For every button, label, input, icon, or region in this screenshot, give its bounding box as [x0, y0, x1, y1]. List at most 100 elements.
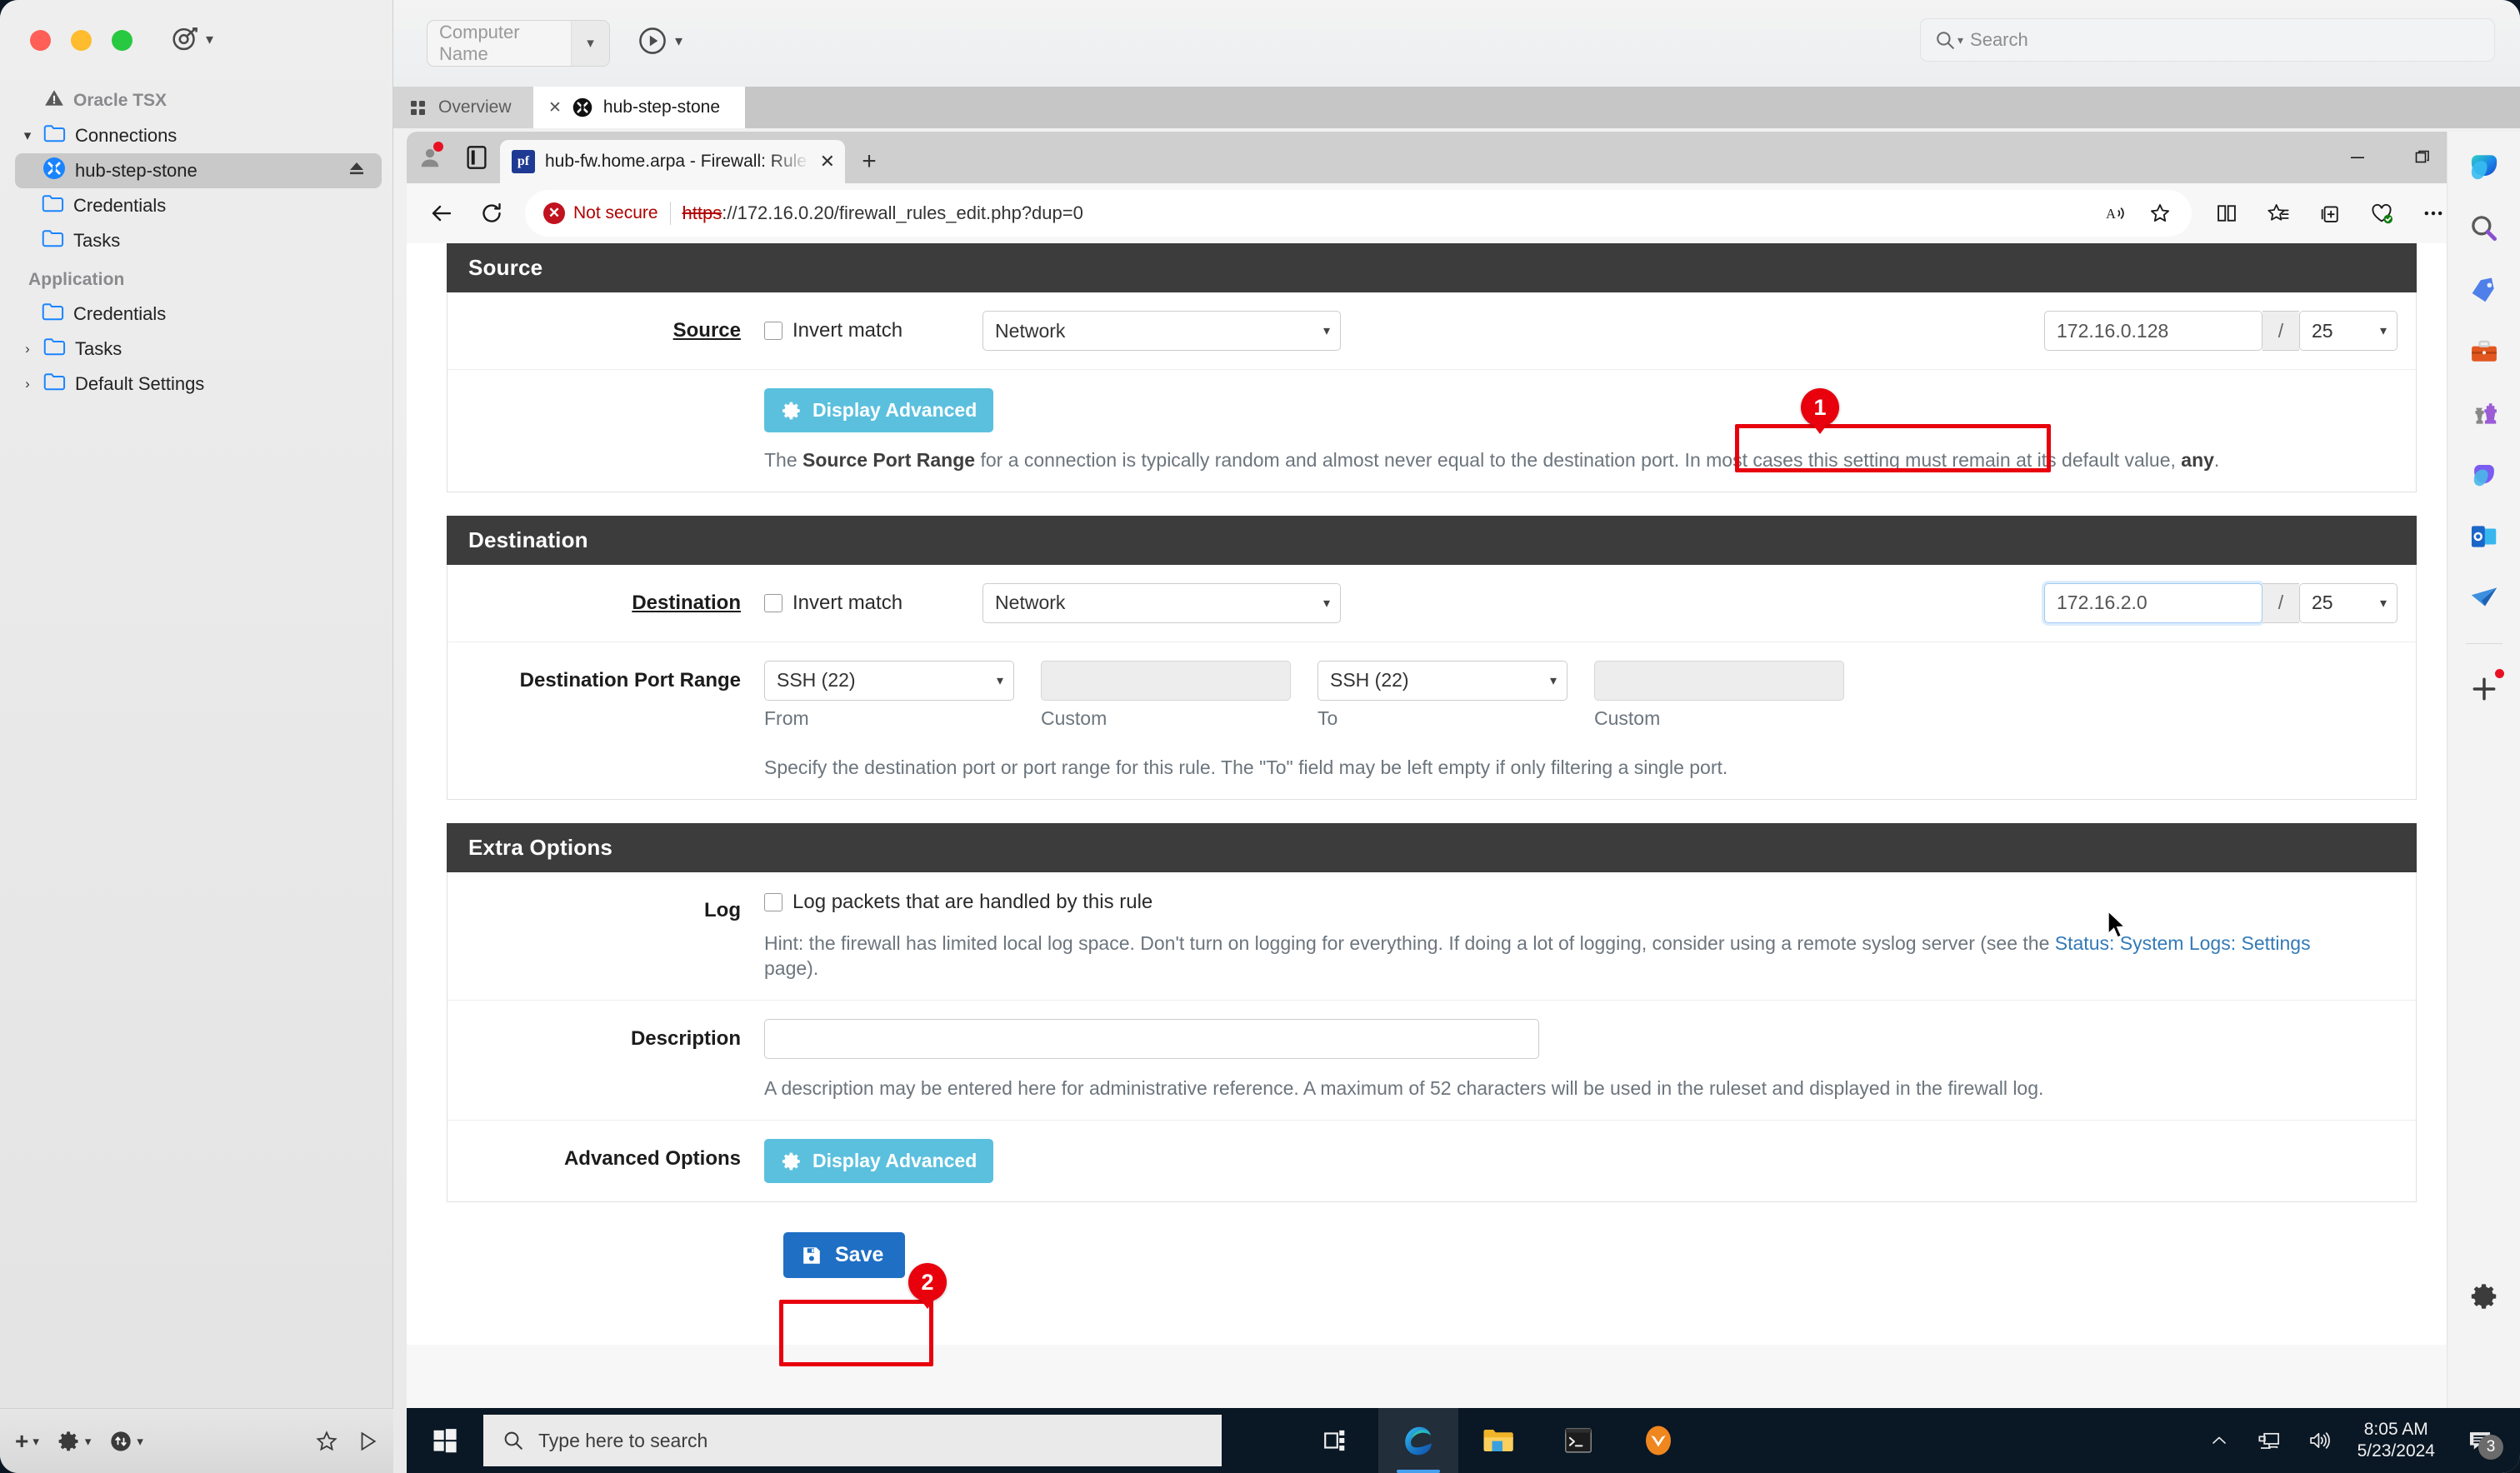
add-favorite-icon[interactable] [2140, 193, 2180, 233]
source-address-input[interactable]: 172.16.0.128 [2044, 311, 2262, 351]
sidebar-item-tasks-connections[interactable]: Tasks [0, 223, 393, 258]
folder-icon [1482, 1425, 1515, 1456]
task-view-button[interactable] [1298, 1408, 1378, 1473]
destination-type-select[interactable]: Network ▾ [982, 583, 1341, 623]
sidebar-item-credentials-connections[interactable]: Credentials [0, 188, 393, 223]
transfer-button[interactable]: ▾ [109, 1430, 143, 1453]
address-bar[interactable]: ✕ Not secure https://172.16.0.20/firewal… [525, 190, 2192, 237]
not-secure-indicator[interactable]: ✕ Not secure [543, 202, 658, 224]
log-packets-checkbox[interactable] [764, 893, 782, 911]
connect-button-group[interactable]: ▾ [637, 25, 682, 57]
source-invert-match-checkbox[interactable] [764, 322, 782, 340]
browser-essentials-button[interactable] [2358, 190, 2405, 237]
terminal-icon [1562, 1425, 1594, 1456]
sidebar-item-default-settings[interactable]: › Default Settings [0, 367, 393, 402]
system-logs-settings-link[interactable]: Status: System Logs: Settings [2055, 932, 2311, 954]
office-rail-icon[interactable] [2462, 453, 2506, 497]
taskbar-terminal-button[interactable] [1538, 1408, 1618, 1473]
tab-overview[interactable]: Overview [393, 87, 533, 128]
chevron-right-icon[interactable]: › [20, 341, 35, 357]
restore-button[interactable] [2390, 132, 2455, 183]
taskbar-file-explorer-button[interactable] [1458, 1408, 1538, 1473]
outlook-rail-icon[interactable] [2462, 515, 2506, 558]
advanced-display-advanced-label: Display Advanced [812, 1150, 977, 1172]
taskbar-app-button[interactable] [1618, 1408, 1698, 1473]
sidebar-target-button[interactable]: ▾ [171, 25, 213, 53]
source-type-select[interactable]: Network ▾ [982, 311, 1341, 351]
run-button[interactable] [357, 1431, 378, 1452]
notification-center-button[interactable]: 3 [2448, 1408, 2512, 1473]
chevron-down-icon[interactable]: ▾ [571, 21, 609, 66]
collections-button[interactable] [2307, 190, 2353, 237]
search-rail-icon[interactable] [2462, 207, 2506, 250]
shopping-tag-rail-icon[interactable] [2462, 268, 2506, 312]
source-display-advanced-label: Display Advanced [812, 399, 977, 422]
back-button[interactable] [418, 190, 465, 237]
destination-address-input[interactable]: 172.16.2.0 [2044, 583, 2262, 623]
description-input[interactable] [764, 1019, 1539, 1059]
source-panel: Source Source Invert match Network [447, 243, 2417, 492]
split-screen-button[interactable] [2203, 190, 2250, 237]
windows-taskbar: Type here to search [407, 1408, 2520, 1473]
profile-avatar[interactable] [407, 132, 453, 183]
browser-tab[interactable]: pf hub-fw.home.arpa - Firewall: Rule ✕ [500, 140, 845, 183]
chevron-right-icon[interactable]: › [20, 376, 35, 392]
close-window-button[interactable] [30, 30, 51, 51]
add-button[interactable]: + ▾ [15, 1428, 39, 1455]
chevron-down-icon[interactable]: ▾ [675, 32, 682, 50]
mac-search-input[interactable]: ▾ Search [1920, 18, 2495, 62]
source-slash-separator: / [2262, 311, 2299, 351]
rail-settings-icon[interactable] [2462, 1275, 2506, 1318]
show-hidden-icons-button[interactable] [2194, 1408, 2244, 1473]
close-icon[interactable]: ✕ [548, 98, 562, 117]
destination-port-from-select[interactable]: SSH (22) ▾ [764, 661, 1014, 701]
chevron-down-icon[interactable]: ▾ [20, 127, 35, 144]
taskbar-clock[interactable]: 8:05 AM 5/23/2024 [2344, 1419, 2448, 1463]
taskbar-search-placeholder: Type here to search [538, 1430, 708, 1452]
destination-port-to-value: SSH (22) [1330, 669, 1409, 692]
send-rail-icon[interactable] [2462, 577, 2506, 620]
extra-options-panel: Extra Options Log Log packets that are h… [447, 823, 2417, 1202]
destination-invert-match-label: Invert match [792, 592, 902, 615]
minimize-window-button[interactable] [71, 30, 92, 51]
destination-mask-select[interactable]: 25 ▾ [2299, 583, 2398, 623]
taskbar-edge-button[interactable] [1378, 1408, 1458, 1473]
destination-port-custom-from-input[interactable] [1041, 661, 1291, 701]
save-button[interactable]: Save [783, 1232, 905, 1278]
eject-icon[interactable] [347, 158, 367, 183]
favorites-button[interactable] [2255, 190, 2302, 237]
destination-port-to-select[interactable]: SSH (22) ▾ [1318, 661, 1568, 701]
network-status-button[interactable] [2244, 1408, 2294, 1473]
tools-rail-icon[interactable] [2462, 330, 2506, 373]
volume-button[interactable] [2294, 1408, 2344, 1473]
add-rail-icon[interactable] [2462, 667, 2506, 711]
copilot-rail-icon[interactable] [2462, 145, 2506, 188]
settings-button[interactable]: ▾ [58, 1430, 92, 1453]
sidebar-item-tasks-application[interactable]: › Tasks [0, 332, 393, 367]
tab-actions-button[interactable] [453, 132, 500, 183]
maximize-window-button[interactable] [112, 30, 132, 51]
favorite-button[interactable] [315, 1430, 338, 1453]
sidebar-item-connections[interactable]: ▾ Connections [0, 118, 393, 153]
xshell-icon [572, 97, 593, 118]
start-button[interactable] [407, 1408, 483, 1473]
tab-hub-step-stone[interactable]: ✕ hub-step-stone [533, 87, 745, 128]
sidebar-item-oracle-tsx[interactable]: › Oracle TSX [0, 83, 393, 118]
sidebar-item-credentials-application[interactable]: Credentials [0, 297, 393, 332]
sidebar-item-hub-step-stone[interactable]: hub-step-stone [15, 153, 382, 188]
edge-browser-window: pf hub-fw.home.arpa - Firewall: Rule ✕ + [407, 132, 2520, 1408]
source-mask-select[interactable]: 25 ▾ [2299, 311, 2398, 351]
games-rail-icon[interactable] [2462, 392, 2506, 435]
sidebar-bottom-toolbar: + ▾ ▾ ▾ [0, 1408, 393, 1473]
minimize-button[interactable] [2325, 132, 2390, 183]
taskbar-search-box[interactable]: Type here to search [483, 1415, 1222, 1466]
new-tab-button[interactable]: + [845, 140, 893, 183]
destination-invert-match-checkbox[interactable] [764, 594, 782, 612]
read-aloud-icon[interactable]: A [2097, 193, 2137, 233]
destination-port-custom-to-input[interactable] [1594, 661, 1844, 701]
close-tab-icon[interactable]: ✕ [820, 151, 835, 172]
reload-button[interactable] [468, 190, 515, 237]
source-display-advanced-button[interactable]: Display Advanced [764, 388, 993, 432]
computer-name-combobox[interactable]: Computer Name ▾ [427, 20, 610, 67]
advanced-display-advanced-button[interactable]: Display Advanced [764, 1139, 993, 1183]
